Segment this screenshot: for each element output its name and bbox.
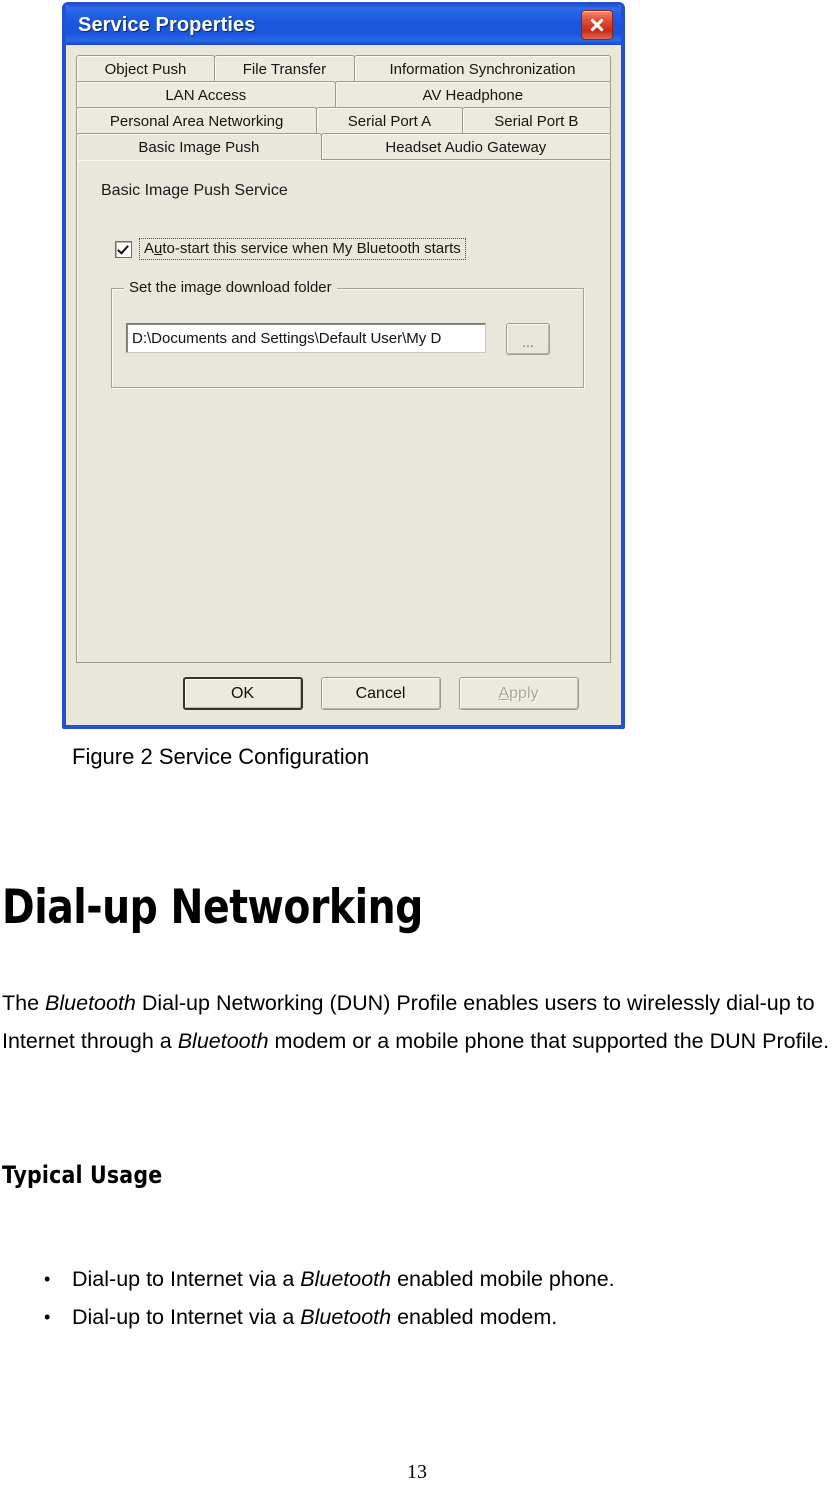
- tab-serial-port-b[interactable]: Serial Port B: [461, 107, 611, 134]
- autostart-checkbox-row: Auto-start this service when My Bluetoot…: [115, 238, 592, 260]
- tab-basic-image-push[interactable]: Basic Image Push: [76, 133, 322, 160]
- tab-information-synchronization[interactable]: Information Synchronization: [353, 55, 611, 82]
- page-title: Dial-up Networking: [2, 880, 423, 935]
- paragraph-emphasis-1: Bluetooth: [45, 991, 136, 1015]
- panel-heading: Basic Image Push Service: [101, 182, 288, 199]
- list-item-pre: Dial-up to Internet via a: [72, 1305, 301, 1329]
- tab-personal-area-networking[interactable]: Personal Area Networking: [76, 107, 318, 134]
- tab-row-4: Basic Image Push Headset Audio Gateway: [76, 133, 611, 160]
- tab-row-3: Personal Area Networking Serial Port A S…: [76, 107, 611, 134]
- download-folder-row: D:\Documents and Settings\Default User\M…: [126, 323, 569, 355]
- list-item: • Dial-up to Internet via a Bluetooth ena…: [0, 1301, 800, 1334]
- autostart-label-suffix: to-start this service when My Bluetooth …: [162, 240, 461, 257]
- bullet-icon: •: [44, 1307, 51, 1327]
- list-item-post: enabled mobile phone.: [391, 1267, 615, 1291]
- download-folder-input[interactable]: D:\Documents and Settings\Default User\M…: [126, 323, 486, 353]
- dialog-title: Service Properties: [78, 13, 256, 36]
- tab-strip: Object Push File Transfer Information Sy…: [76, 55, 611, 160]
- dialog-button-bar: OK Cancel Apply: [76, 677, 611, 710]
- apply-label-suffix: pply: [509, 684, 539, 702]
- tab-row-1: Object Push File Transfer Information Sy…: [76, 55, 611, 82]
- intro-paragraph: The Bluetooth Dial-up Networking (DUN) P…: [2, 984, 832, 1060]
- dialog-body: Object Push File Transfer Information Sy…: [66, 45, 621, 725]
- dialog-titlebar: Service Properties: [66, 5, 621, 45]
- tab-row-2: LAN Access AV Headphone: [76, 81, 611, 108]
- autostart-label-prefix: A: [144, 240, 155, 257]
- list-item: • Dial-up to Internet via a Bluetooth ena…: [0, 1263, 800, 1296]
- cancel-button[interactable]: Cancel: [320, 677, 441, 710]
- page-number: 13: [407, 1461, 427, 1483]
- paragraph-part-1: The: [2, 991, 46, 1015]
- tab-av-headphone[interactable]: AV Headphone: [334, 81, 611, 108]
- close-icon[interactable]: [581, 10, 613, 40]
- paragraph-emphasis-2: Bluetooth: [177, 1029, 269, 1053]
- paragraph-part-3: modem or a mobile phone that supported t…: [268, 1029, 830, 1053]
- list-item-emphasis: Bluetooth: [300, 1267, 392, 1291]
- autostart-checkbox-label[interactable]: Auto-start this service when My Bluetoot…: [139, 238, 466, 260]
- tab-file-transfer[interactable]: File Transfer: [213, 55, 355, 82]
- ok-button[interactable]: OK: [182, 677, 303, 710]
- download-folder-groupbox-title: Set the image download folder: [124, 279, 337, 296]
- download-folder-groupbox: Set the image download folder D:\Documen…: [111, 279, 584, 388]
- figure-service-configuration-image: Service Properties Object Push File Tran…: [62, 2, 625, 729]
- service-properties-dialog: Service Properties Object Push File Tran…: [62, 2, 625, 729]
- list-item-post: enabled modem.: [391, 1305, 558, 1329]
- bullet-icon: •: [44, 1269, 51, 1289]
- tab-panel-basic-image-push: Basic Image Push Service Auto-start this…: [76, 159, 611, 663]
- list-item-pre: Dial-up to Internet via a: [72, 1267, 301, 1291]
- tab-object-push[interactable]: Object Push: [76, 55, 215, 82]
- list-item-emphasis: Bluetooth: [300, 1305, 392, 1329]
- apply-button: Apply: [458, 677, 579, 710]
- figure-caption: Figure 2 Service Configuration: [72, 744, 370, 769]
- section-heading-typical-usage: Typical Usage: [2, 1161, 163, 1189]
- apply-label-accel: A: [498, 684, 510, 702]
- tab-lan-access[interactable]: LAN Access: [76, 81, 336, 108]
- tab-headset-audio-gateway[interactable]: Headset Audio Gateway: [320, 133, 611, 160]
- typical-usage-list: • Dial-up to Internet via a Bluetooth ena…: [0, 1263, 800, 1339]
- browse-folder-button[interactable]: ...: [506, 323, 550, 355]
- autostart-checkbox[interactable]: [115, 240, 132, 258]
- tab-serial-port-a[interactable]: Serial Port A: [316, 107, 463, 134]
